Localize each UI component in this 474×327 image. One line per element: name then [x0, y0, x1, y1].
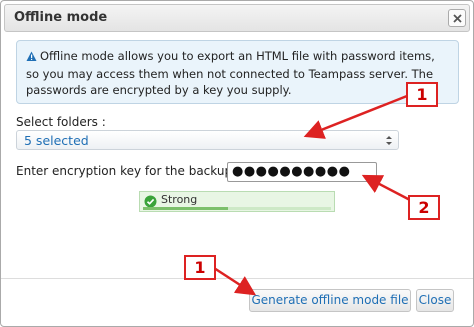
- annotation-badge-key: 2: [408, 195, 440, 220]
- notice-text: Offline mode allows you to export an HTM…: [26, 49, 435, 97]
- select-arrows-icon: [386, 135, 392, 149]
- annotation-badge-folders: 1: [406, 82, 438, 107]
- select-folders-label: Select folders :: [16, 115, 106, 129]
- close-button[interactable]: Close: [416, 289, 454, 312]
- warning-icon: [26, 50, 37, 66]
- strength-bar-fill: [143, 207, 228, 210]
- footer-divider: [1, 278, 473, 279]
- folders-select-value: 5 selected: [24, 133, 89, 148]
- dialog-titlebar[interactable]: Offline mode: [4, 4, 470, 32]
- encryption-key-input[interactable]: ●●●●●●●●●●: [227, 162, 377, 182]
- encryption-key-label: Enter encryption key for the backup. :: [16, 164, 244, 178]
- offline-mode-dialog: Offline mode Offline mode allows you to …: [0, 0, 474, 327]
- close-icon[interactable]: [448, 9, 466, 27]
- info-notice: Offline mode allows you to export an HTM…: [16, 40, 459, 104]
- strength-label: Strong: [161, 193, 198, 206]
- dialog-title: Offline mode: [14, 10, 108, 25]
- strength-bar: [143, 207, 331, 210]
- password-strength-meter: Strong: [139, 191, 335, 212]
- annotation-badge-generate: 1: [184, 255, 216, 280]
- folders-select[interactable]: 5 selected: [16, 130, 399, 150]
- generate-offline-file-button[interactable]: Generate offline mode file: [249, 289, 411, 312]
